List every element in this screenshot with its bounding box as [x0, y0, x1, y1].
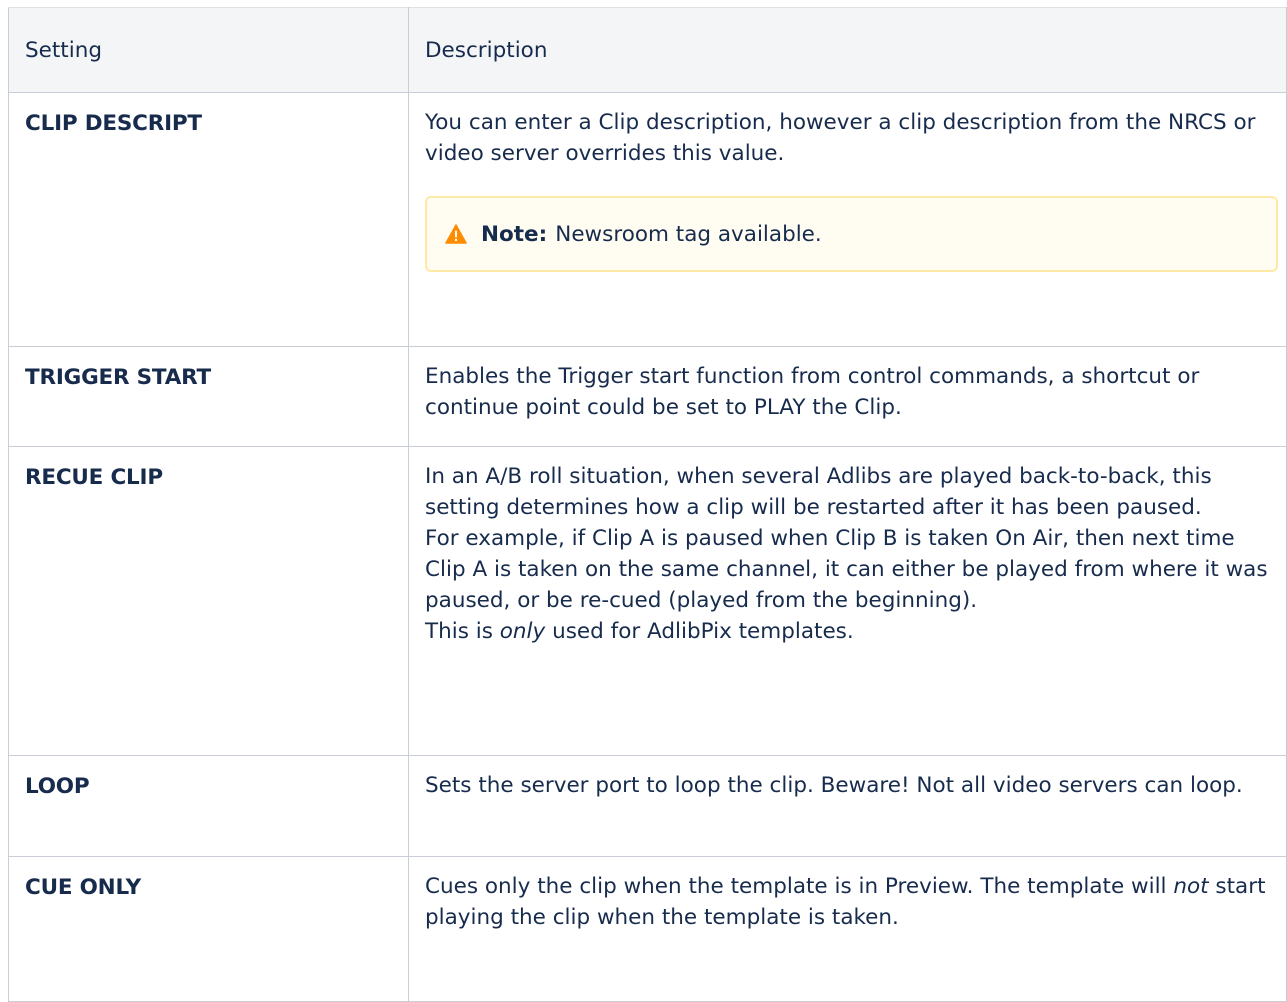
note-label: Note:	[481, 221, 548, 247]
description-text: Sets the server port to loop the clip. B…	[425, 773, 1243, 798]
header-description: Description	[408, 7, 1287, 93]
table-row-clip-descript: CLIP DESCRIPT You can enter a Clip descr…	[8, 92, 1287, 347]
description-text: Enables the Trigger start function from …	[425, 364, 1200, 420]
table-row-cue-only: CUE ONLY Cues only the clip when the tem…	[8, 856, 1287, 1002]
setting-name: CUE ONLY	[8, 856, 409, 1002]
emphasis-text: only	[499, 619, 546, 644]
note-panel: Note: Newsroom tag available.	[425, 196, 1278, 272]
setting-description: In an A/B roll situation, when several A…	[408, 446, 1287, 756]
table-row-recue-clip: RECUE CLIP In an A/B roll situation, whe…	[8, 446, 1287, 756]
header-setting: Setting	[8, 7, 409, 93]
setting-description: Sets the server port to loop the clip. B…	[408, 755, 1287, 857]
warning-triangle-icon	[445, 224, 467, 244]
text-fragment: This is	[425, 619, 500, 644]
setting-name: RECUE CLIP	[8, 446, 409, 756]
table-row-trigger-start: TRIGGER START Enables the Trigger start …	[8, 346, 1287, 447]
description-text: Cues only the clip when the template is …	[425, 871, 1270, 933]
description-text: You can enter a Clip description, howeve…	[425, 110, 1256, 166]
setting-description: Cues only the clip when the template is …	[408, 856, 1287, 1002]
emphasis-text: not	[1173, 874, 1209, 899]
text-fragment: used for AdlibPix templates.	[545, 619, 854, 644]
setting-description: Enables the Trigger start function from …	[408, 346, 1287, 447]
description-text-3: This is only used for AdlibPix templates…	[425, 616, 1270, 647]
table-row-loop: LOOP Sets the server port to loop the cl…	[8, 755, 1287, 857]
table-header-row: Setting Description	[8, 7, 1287, 93]
text-fragment: Cues only the clip when the template is …	[425, 874, 1174, 899]
settings-table: Setting Description CLIP DESCRIPT You ca…	[8, 7, 1287, 1002]
setting-name: TRIGGER START	[8, 346, 409, 447]
description-text: In an A/B roll situation, when several A…	[425, 464, 1212, 520]
description-text-2: For example, if Clip A is paused when Cl…	[425, 526, 1268, 613]
note-text: Newsroom tag available.	[555, 221, 822, 247]
setting-name: LOOP	[8, 755, 409, 857]
setting-description: You can enter a Clip description, howeve…	[408, 92, 1287, 347]
setting-name: CLIP DESCRIPT	[8, 92, 409, 347]
